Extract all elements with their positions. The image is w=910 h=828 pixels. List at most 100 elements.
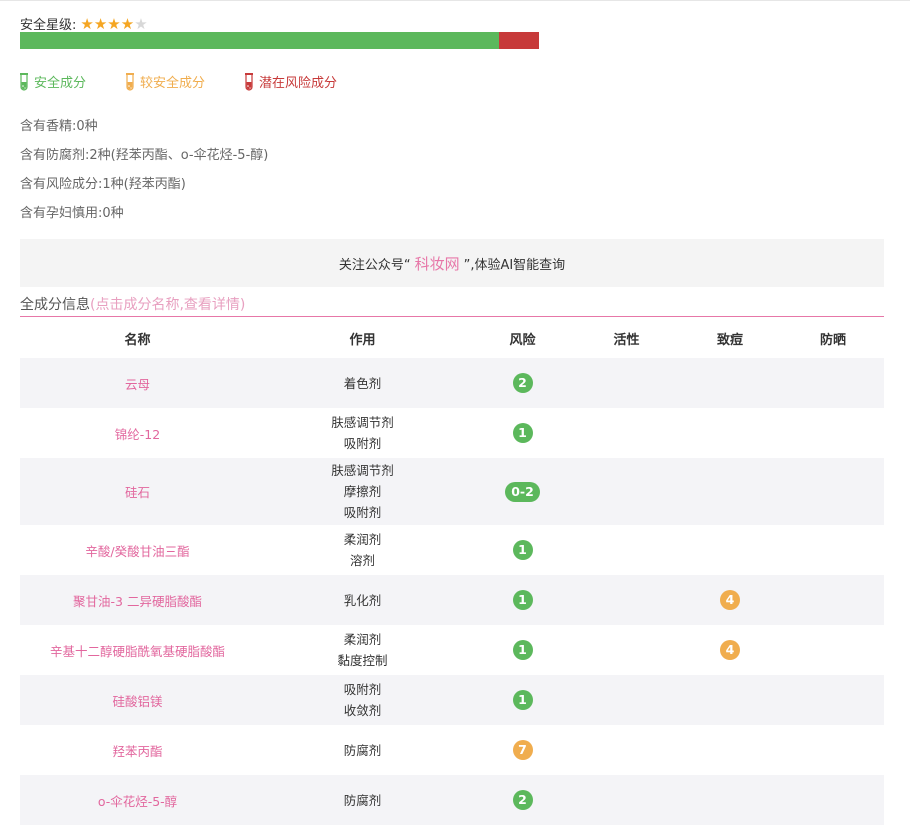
active-cell [575,625,678,675]
ingredient-name-link[interactable]: 辛酸/癸酸甘油三酯 [20,525,255,575]
fact-pregnancy-caution: 含有孕妇慎用:0种 [20,206,124,221]
risk-badge: 1 [512,540,533,560]
legend-item-moderate: 较安全成分 [126,72,205,91]
section-hint: (点击成分名称,查看详情) [90,297,246,313]
sunscreen-cell [782,458,884,525]
ingredient-name-link[interactable]: 硅酸铝镁 [20,675,255,725]
sunscreen-cell [782,625,884,675]
risk-cell: 1 [470,408,575,458]
fact-preservatives: 含有防腐剂:2种(羟苯丙酯、o-伞花烃-5-醇) [20,148,269,163]
ingredients-table: 名称 作用 风险 活性 致痘 防晒 云母 着色剂 2 锦纶-12 肤感调节剂 吸附剂 1 硅石… [20,318,884,825]
function-label: 着色剂 [343,375,382,391]
active-cell [575,408,678,458]
header-active: 活性 [613,332,640,348]
risk-badge: 1 [512,590,533,610]
function-label: 柔润剂 [343,532,382,547]
acne-cell [678,775,782,825]
acne-badge: 4 [720,590,740,610]
acne-cell [678,525,782,575]
safety-rating: 安全星级: ★ ★ ★ ★ ★ [20,14,148,34]
function-label: 防腐剂 [343,742,382,758]
safe-portion [20,32,499,49]
wechat-promo-banner: 关注公众号“ 科妆网 ”,体验AI智能查询 [20,239,884,287]
acne-cell: 4 [678,575,782,625]
header-name: 名称 [124,332,151,348]
active-cell [575,675,678,725]
risk-distribution-bar [20,32,539,49]
table-row: 硅石 肤感调节剂 摩擦剂 吸附剂 0-2 [20,458,884,525]
header-acne: 致痘 [716,332,743,348]
legend-item-risk: 潜在风险成分 [245,72,337,91]
risk-cell: 1 [470,575,575,625]
header-risk: 风险 [509,332,536,348]
risk-badge: 1 [512,640,533,660]
star-icon: ★ [120,14,135,33]
sunscreen-cell [782,408,884,458]
ingredient-functions: 吸附剂 收敛剂 [255,675,470,725]
function-label: 防腐剂 [343,792,382,808]
ingredient-functions: 柔润剂 黏度控制 [255,625,470,675]
banner-suffix: ”,体验AI智能查询 [463,257,566,273]
active-cell [575,358,678,408]
sunscreen-cell [782,725,884,775]
function-label: 摩擦剂 [343,484,382,499]
risk-badge: 7 [512,740,533,760]
table-row: 辛基十二醇硬脂酰氧基硬脂酸酯 柔润剂 黏度控制 1 4 [20,625,884,675]
function-label: 吸附剂 [343,682,382,697]
risk-badge: 1 [512,423,533,443]
ingredient-name-link[interactable]: 云母 [20,358,255,408]
ingredients-section-header: 全成分信息 (点击成分名称,查看详情) [20,292,884,317]
safety-rating-label: 安全星级: [20,18,77,33]
risk-cell: 2 [470,358,575,408]
ingredient-name-link[interactable]: 辛基十二醇硬脂酰氧基硬脂酸酯 [20,625,255,675]
ingredient-name-link[interactable]: 聚甘油-3 二异硬脂酸酯 [20,575,255,625]
table-row: 硅酸铝镁 吸附剂 收敛剂 1 [20,675,884,725]
function-label: 肤感调节剂 [331,463,394,478]
ingredient-name-link[interactable]: 羟苯丙酯 [20,725,255,775]
risk-cell: 7 [470,725,575,775]
test-tube-icon [245,72,254,91]
fact-fragrance: 含有香精:0种 [20,119,98,134]
risk-cell: 1 [470,675,575,725]
sunscreen-cell [782,675,884,725]
table-row: 羟苯丙酯 防腐剂 7 [20,725,884,775]
acne-cell [678,408,782,458]
table-row: o-伞花烃-5-醇 防腐剂 2 [20,775,884,825]
acne-cell: 4 [678,625,782,675]
risk-badge: 1 [512,690,533,710]
ingredient-name-link[interactable]: o-伞花烃-5-醇 [20,775,255,825]
sunscreen-cell [782,575,884,625]
test-tube-icon [126,72,135,91]
active-cell [575,775,678,825]
active-cell [575,725,678,775]
acne-badge: 4 [720,640,740,660]
star-icon: ★ [134,14,148,33]
fact-risk-ingredients: 含有风险成分:1种(羟苯丙酯) [20,177,186,192]
function-label: 吸附剂 [343,505,382,520]
table-row: 锦纶-12 肤感调节剂吸附剂 1 [20,408,884,458]
legend-label-risk: 潜在风险成分 [259,76,338,91]
sunscreen-cell [782,358,884,408]
banner-brand-link[interactable]: 科妆网 [415,253,460,274]
top-divider [0,0,910,1]
ingredient-name-link[interactable]: 硅石 [20,458,255,525]
function-label: 肤感调节剂 [331,415,394,430]
ingredient-name-link[interactable]: 锦纶-12 [20,408,255,458]
test-tube-icon [20,72,28,91]
function-label: 黏度控制 [337,653,388,668]
function-label: 吸附剂 [343,436,382,451]
header-sunscreen: 防晒 [819,332,846,348]
ingredient-functions: 肤感调节剂摩擦剂吸附剂 [255,458,470,525]
ingredient-functions: 防腐剂 [255,725,470,775]
ingredient-functions: 着色剂 [255,358,470,408]
sunscreen-cell [782,775,884,825]
risk-cell: 1 [470,625,575,675]
active-cell [575,525,678,575]
risk-badge: 2 [512,373,533,393]
star-icon: ★ [93,14,108,33]
ingredient-legend: 安全成分 较安全成分 潜在风险成分 [20,72,377,91]
table-header-row: 名称 作用 风险 活性 致痘 防晒 [20,318,884,358]
legend-label-safe: 安全成分 [34,76,87,91]
acne-cell [678,458,782,525]
table-row: 云母 着色剂 2 [20,358,884,408]
